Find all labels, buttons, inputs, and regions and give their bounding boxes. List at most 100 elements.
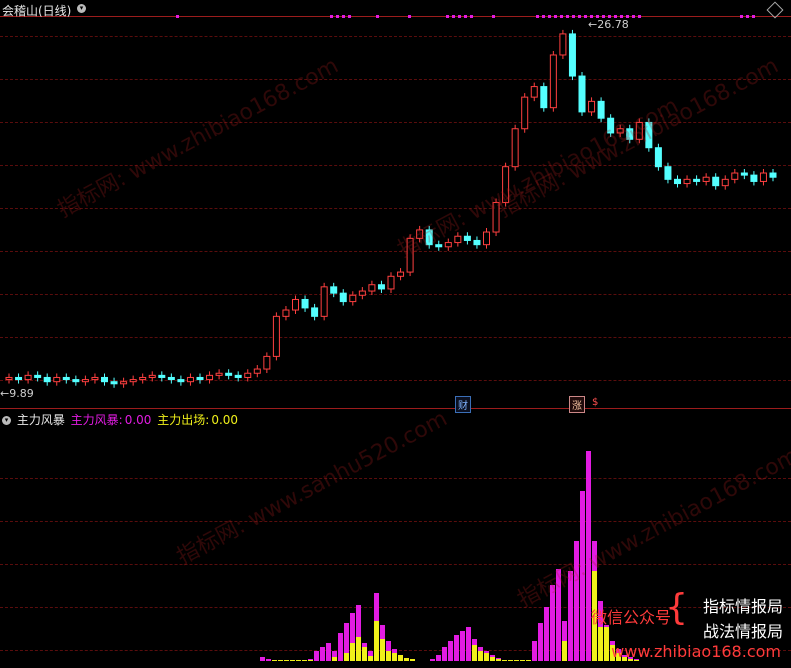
storm-bar	[532, 641, 537, 661]
exit-bar	[290, 660, 295, 661]
promo-wechat-label: 微信公众号	[590, 608, 671, 627]
candle	[15, 376, 23, 381]
candle	[377, 284, 385, 290]
candle	[397, 271, 405, 277]
signal-dot	[572, 15, 575, 18]
candle	[368, 284, 376, 292]
storm-bar	[466, 627, 471, 661]
candle	[311, 307, 319, 317]
storm-bar	[550, 585, 555, 661]
candle	[645, 121, 653, 149]
exit-bar	[368, 656, 373, 661]
exit-bar	[392, 653, 397, 661]
candle	[358, 290, 366, 296]
exit-bar	[332, 657, 337, 661]
arrow-icon: ←	[588, 18, 598, 31]
exit-bar	[278, 660, 283, 661]
exit-bar	[356, 637, 361, 661]
signal-dot	[638, 15, 641, 18]
storm-bar	[454, 635, 459, 661]
candle	[616, 128, 624, 134]
exit-bar	[472, 645, 477, 661]
candle	[521, 96, 529, 130]
storm-bar	[266, 659, 271, 661]
candle	[177, 379, 185, 383]
candle	[263, 355, 271, 370]
signal-dot	[548, 15, 551, 18]
candle	[272, 315, 280, 357]
exit-bar	[410, 659, 415, 661]
storm-bar	[430, 659, 435, 661]
signal-dot	[376, 15, 379, 18]
storm-bar	[338, 633, 343, 661]
exit-bar	[362, 647, 367, 661]
storm-bar	[320, 647, 325, 661]
candle	[435, 244, 443, 248]
signal-dot	[536, 15, 539, 18]
exit-bar	[398, 655, 403, 661]
candle	[693, 178, 701, 182]
candle	[416, 229, 424, 239]
candle	[53, 376, 61, 383]
promo-line-2: 战法情报局	[702, 622, 783, 641]
candle	[750, 174, 758, 182]
candle	[454, 235, 462, 244]
candle	[339, 292, 347, 303]
promo-line-1: 指标情报局	[702, 597, 783, 616]
exit-bar	[380, 639, 385, 661]
exit-bar	[526, 660, 531, 661]
storm-bar	[568, 571, 573, 661]
candle	[148, 374, 156, 378]
exit-bar	[308, 660, 313, 661]
candle	[292, 298, 299, 311]
exit-bar	[284, 660, 289, 661]
signal-dot	[746, 15, 749, 18]
event-cai-badge[interactable]: 财	[455, 396, 471, 413]
candle	[110, 381, 118, 385]
candle	[511, 128, 519, 168]
signal-dot	[578, 15, 581, 18]
candle	[72, 379, 80, 383]
exit-bar	[302, 660, 307, 661]
candle	[349, 294, 357, 303]
candle	[664, 166, 672, 180]
candle	[712, 176, 720, 187]
candle	[101, 376, 108, 383]
candle	[568, 33, 576, 77]
signal-dot	[446, 15, 449, 18]
signal-dot	[632, 15, 635, 18]
candle	[588, 100, 596, 113]
event-zhang-badge[interactable]: 涨	[569, 396, 585, 413]
event-dollar-badge[interactable]: $	[592, 397, 598, 408]
storm-bar	[326, 643, 331, 661]
storm-bar	[260, 657, 265, 661]
candle	[683, 178, 691, 185]
candle	[607, 117, 615, 134]
signal-dot	[566, 15, 569, 18]
signal-dot	[542, 15, 545, 18]
candle	[759, 172, 767, 182]
brace-icon: {	[665, 587, 688, 628]
candle	[139, 376, 147, 381]
candle	[186, 376, 194, 383]
candle	[253, 368, 261, 374]
candle	[626, 128, 634, 140]
candle	[244, 372, 252, 378]
candle	[43, 376, 51, 383]
signal-dot	[342, 15, 345, 18]
exit-bar	[484, 653, 489, 661]
exit-bar	[514, 660, 519, 661]
exit-bar	[520, 660, 525, 661]
exit-bar	[374, 621, 379, 661]
candle	[5, 376, 13, 380]
candle	[740, 172, 748, 176]
price-chart	[5, 15, 777, 388]
exit-bar	[478, 651, 483, 661]
arrow-icon: ←	[0, 387, 10, 400]
candle	[81, 379, 89, 383]
signal-dot	[752, 15, 755, 18]
storm-bar	[314, 651, 319, 661]
signal-dot	[452, 15, 455, 18]
storm-bar	[538, 623, 543, 661]
signal-dot	[554, 15, 557, 18]
